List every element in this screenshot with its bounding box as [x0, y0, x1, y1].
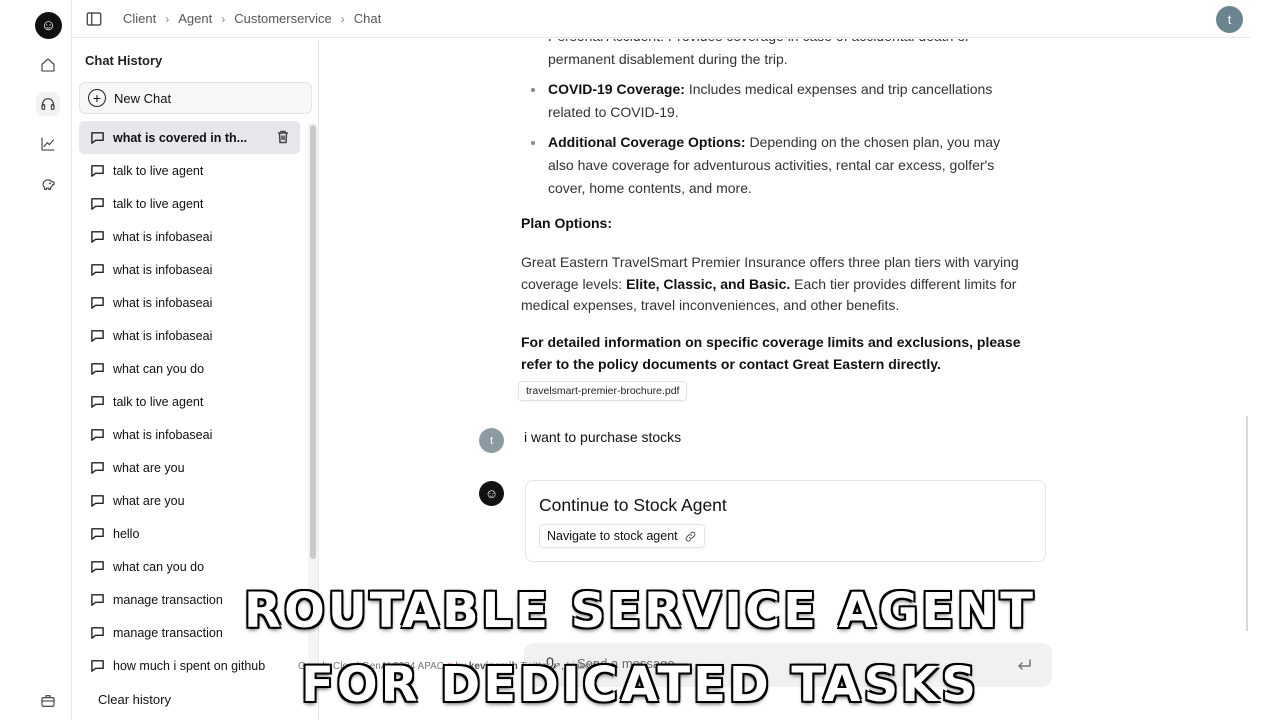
- bullet-heading: COVID-19 Coverage:: [548, 81, 685, 97]
- chat-history-label: what is infobaseai: [113, 229, 213, 244]
- message-square-icon: [90, 493, 105, 508]
- chat-history-item[interactable]: talk to live agent: [79, 154, 300, 187]
- breadcrumb-agent[interactable]: Agent: [178, 11, 212, 26]
- chat-history-label: what is covered in th...: [113, 130, 248, 145]
- chevron-right-icon: ›: [165, 11, 170, 26]
- chat-history-item[interactable]: what is infobaseai: [79, 220, 300, 253]
- message-square-icon: [90, 163, 105, 178]
- headset-icon[interactable]: [36, 92, 60, 116]
- new-chat-label: New Chat: [114, 90, 172, 106]
- chevron-right-icon: ›: [221, 11, 226, 26]
- chart-line-icon[interactable]: [36, 132, 60, 156]
- chat-history-item[interactable]: what is infobaseai: [79, 418, 300, 451]
- message-square-icon: [90, 229, 105, 244]
- partial-bullet-text: Personal Accident: Provides coverage in …: [548, 39, 970, 67]
- plus-circle-icon: +: [88, 89, 106, 107]
- chat-history-label: what can you do: [113, 559, 205, 574]
- chat-history-item[interactable]: what are you: [79, 451, 300, 484]
- overlay-caption-line2: FOR DEDICATED TASKS: [301, 657, 979, 713]
- plan-options-heading: Plan Options:: [521, 215, 612, 231]
- user-message-avatar: t: [479, 428, 504, 453]
- message-square-icon: [90, 394, 105, 409]
- bullet-heading: Additional Coverage Options:: [548, 134, 746, 150]
- overlay-caption-line1: ROUTABLE SERVICE AGENT: [244, 583, 1036, 639]
- detail-note: For detailed information on specific cov…: [521, 334, 1021, 372]
- chat-history-item[interactable]: what are you: [79, 484, 300, 517]
- chat-history-item[interactable]: what is covered in th...: [79, 121, 300, 154]
- agent-route-card: Continue to Stock Agent Navigate to stoc…: [525, 480, 1046, 562]
- chat-history-item[interactable]: what can you do: [79, 550, 300, 583]
- chat-history-label: what are you: [113, 460, 185, 475]
- chat-history-label: what is infobaseai: [113, 262, 213, 277]
- message-square-icon: [90, 130, 105, 145]
- chat-history-item[interactable]: what is infobaseai: [79, 253, 300, 286]
- nav-button-label: Navigate to stock agent: [547, 529, 678, 543]
- link-icon: [685, 531, 695, 541]
- message-square-icon: [90, 328, 105, 343]
- message-square-icon: [90, 427, 105, 442]
- message-square-icon: [90, 559, 105, 574]
- chat-history-item[interactable]: talk to live agent: [79, 187, 300, 220]
- new-chat-button[interactable]: + New Chat: [79, 82, 312, 114]
- chat-history-item[interactable]: what can you do: [79, 352, 300, 385]
- top-bar: Client › Agent › Customerservice › Chat …: [72, 0, 1250, 38]
- message-square-icon: [90, 460, 105, 475]
- chat-history-item[interactable]: talk to live agent: [79, 385, 300, 418]
- chevron-right-icon: ›: [340, 11, 345, 26]
- chat-history-label: hello: [113, 526, 140, 541]
- message-square-icon: [90, 361, 105, 376]
- chat-history-label: what can you do: [113, 361, 205, 376]
- chat-history-label: what are you: [113, 493, 185, 508]
- breadcrumb-client[interactable]: Client: [123, 11, 156, 26]
- plan-tiers: Elite, Classic, and Basic.: [626, 275, 791, 292]
- chat-history-label: talk to live agent: [113, 163, 204, 178]
- user-avatar[interactable]: t: [1216, 6, 1243, 33]
- trash-icon[interactable]: [276, 130, 290, 144]
- list-item: Additional Coverage Options: Depending o…: [527, 131, 1027, 200]
- chat-history-label: what is infobaseai: [113, 295, 213, 310]
- plan-options-text: Great Eastern TravelSmart Premier Insura…: [521, 252, 1031, 317]
- chat-history-item[interactable]: what is infobaseai: [79, 319, 300, 352]
- navigate-stock-agent-button[interactable]: Navigate to stock agent: [539, 524, 705, 548]
- home-icon[interactable]: [36, 53, 60, 77]
- message-square-icon: [90, 526, 105, 541]
- card-title: Continue to Stock Agent: [539, 495, 727, 515]
- app-logo[interactable]: ☺: [35, 12, 62, 39]
- chat-history-label: what is infobaseai: [113, 427, 213, 442]
- breadcrumb: Client › Agent › Customerservice › Chat: [123, 11, 381, 26]
- message-square-icon: [90, 262, 105, 277]
- piggy-bank-icon[interactable]: [36, 172, 60, 196]
- user-message: i want to purchase stocks: [524, 429, 682, 445]
- breadcrumb-chat: Chat: [353, 11, 382, 26]
- bot-message-bullets: Personal Accident: Provides coverage in …: [527, 39, 1027, 207]
- sidebar-toggle-icon[interactable]: [85, 10, 103, 28]
- chat-history-item[interactable]: hello: [79, 517, 300, 550]
- chat-history-item[interactable]: what is infobaseai: [79, 286, 300, 319]
- chat-history-label: talk to live agent: [113, 394, 204, 409]
- list-item: Personal Accident: Provides coverage in …: [527, 39, 1027, 71]
- chat-history-label: what is infobaseai: [113, 328, 213, 343]
- chat-history-label: talk to live agent: [113, 196, 204, 211]
- message-square-icon: [90, 295, 105, 310]
- attachment-chip[interactable]: travelsmart-premier-brochure.pdf: [518, 381, 688, 401]
- bot-avatar: ☺: [479, 481, 504, 506]
- sidebar-title: Chat History: [85, 53, 163, 68]
- breadcrumb-customerservice[interactable]: Customerservice: [234, 11, 332, 26]
- message-square-icon: [90, 196, 105, 211]
- sidebar-scrollbar[interactable]: [310, 125, 316, 559]
- list-item: COVID-19 Coverage: Includes medical expe…: [527, 78, 1027, 124]
